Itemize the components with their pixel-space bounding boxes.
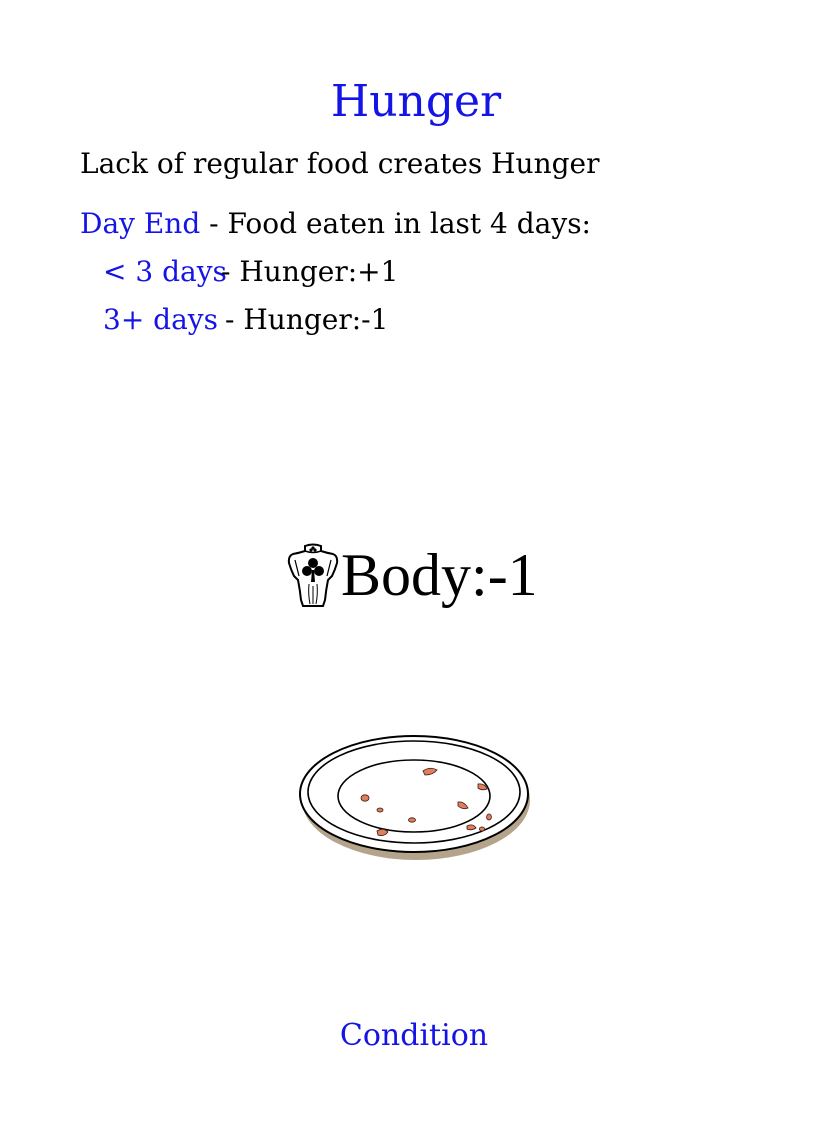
rule-row: 3+ days - Hunger:-1: [103, 300, 388, 340]
rule-effect: - Hunger:-1: [225, 303, 389, 336]
effect-line: Body:-1: [287, 540, 538, 610]
card-title: Hunger: [330, 76, 502, 127]
card-intro: Lack of regular food creates Hunger: [80, 147, 600, 180]
card-type: Condition: [339, 1018, 489, 1053]
empty-plate-illustration: [296, 728, 536, 863]
rule-trigger: Day End: [80, 207, 201, 240]
rule-condition: 3+ days: [103, 303, 218, 336]
effect-text: Body:-1: [341, 542, 538, 608]
rule-condition: < 3 days: [103, 255, 227, 288]
rule-description: - Food eaten in last 4 days:: [200, 207, 591, 240]
rule-effect: - Hunger:+1: [221, 255, 399, 288]
body-bust-icon: [287, 542, 339, 608]
rule-row: < 3 days- Hunger:+1: [103, 252, 398, 292]
rule-header: Day End - Food eaten in last 4 days:: [80, 204, 591, 244]
